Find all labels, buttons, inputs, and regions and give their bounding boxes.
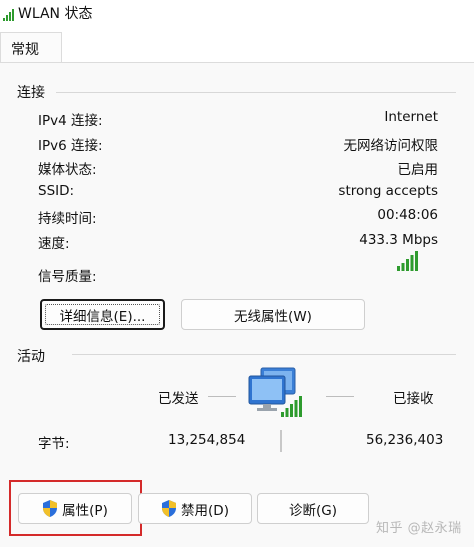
wifi-signal-icon — [3, 6, 15, 25]
received-label: 已接收 — [393, 391, 434, 407]
bytes-received-value: 56,236,403 — [366, 432, 444, 448]
media-state-row: 媒体状态: 已启用 — [38, 158, 438, 180]
activity-divider — [72, 354, 456, 355]
ipv4-row: IPv4 连接: Internet — [38, 109, 438, 131]
details-button-label: 详细信息(E)... — [59, 308, 146, 325]
window-title: WLAN 状态 — [18, 6, 93, 22]
media-state-value: 已启用 — [397, 162, 439, 178]
speed-value: 433.3 Mbps — [359, 232, 438, 248]
watermark: 知乎 @赵永瑞 — [376, 521, 462, 536]
details-button[interactable]: 详细信息(E)... — [40, 299, 165, 330]
sent-dash — [208, 396, 236, 397]
speed-label: 速度: — [38, 236, 70, 252]
activity-section-label: 活动 — [17, 349, 45, 365]
title-bar: WLAN 状态 — [0, 0, 474, 26]
signal-row: 信号质量: — [38, 265, 438, 287]
uac-shield-icon — [42, 500, 58, 517]
disable-button[interactable]: 禁用(D) — [138, 493, 252, 524]
received-dash — [326, 396, 354, 397]
properties-button[interactable]: 属性(P) — [18, 493, 132, 524]
uac-shield-icon — [161, 500, 177, 517]
duration-row: 持续时间: 00:48:06 — [38, 207, 438, 229]
network-computer-icon — [247, 366, 307, 424]
disable-button-label: 禁用(D) — [181, 502, 229, 519]
diagnose-button-label: 诊断(G) — [289, 502, 337, 519]
ipv6-value: 无网络访问权限 — [343, 138, 439, 154]
properties-button-label: 属性(P) — [62, 502, 108, 519]
activity-separator — [280, 430, 282, 452]
wireless-properties-button[interactable]: 无线属性(W) — [181, 299, 365, 330]
ssid-value: strong accepts — [338, 183, 438, 199]
signal-label: 信号质量: — [38, 269, 97, 285]
speed-row: 速度: 433.3 Mbps — [38, 232, 438, 254]
ssid-row: SSID: strong accepts — [38, 183, 438, 205]
bytes-sent-value: 13,254,854 — [168, 432, 246, 448]
ipv4-label: IPv4 连接: — [38, 113, 103, 129]
bytes-label: 字节: — [38, 436, 70, 452]
connection-divider — [56, 92, 456, 93]
sent-label: 已发送 — [158, 391, 199, 407]
ipv6-label: IPv6 连接: — [38, 138, 103, 154]
tab-general[interactable]: 常规 — [0, 32, 62, 63]
media-state-label: 媒体状态: — [38, 162, 97, 178]
signal-strength-icon — [397, 251, 419, 275]
duration-label: 持续时间: — [38, 211, 97, 227]
wireless-properties-label: 无线属性(W) — [234, 308, 312, 325]
ipv4-value: Internet — [384, 109, 438, 125]
ipv6-row: IPv6 连接: 无网络访问权限 — [38, 134, 438, 156]
ssid-label: SSID: — [38, 183, 75, 199]
duration-value: 00:48:06 — [377, 207, 438, 223]
diagnose-button[interactable]: 诊断(G) — [257, 493, 369, 524]
connection-section-label: 连接 — [17, 85, 45, 101]
